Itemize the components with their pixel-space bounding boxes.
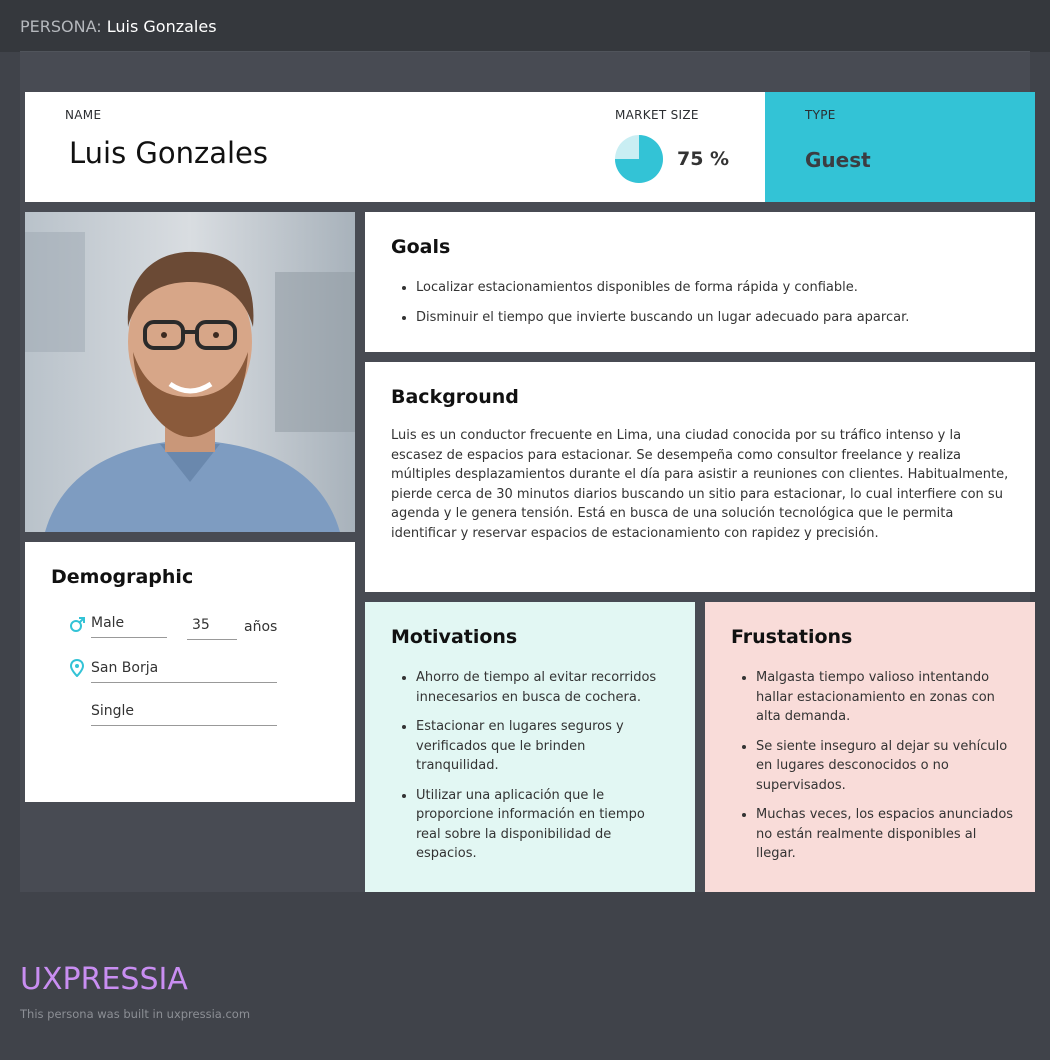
goals-title: Goals	[391, 236, 451, 258]
location-value: San Borja	[91, 660, 159, 676]
background-text[interactable]: Luis es un conductor frecuente en Lima, …	[391, 426, 1011, 543]
uxpressia-logo[interactable]: UXPRESSIA	[20, 962, 188, 997]
type-value[interactable]: Guest	[805, 148, 871, 172]
market-size-pie-chart	[615, 135, 663, 183]
status-field[interactable]: Single	[91, 700, 277, 726]
age-value: 35	[192, 617, 210, 633]
age-unit: años	[244, 619, 278, 635]
frustrations-card: Frustations Malgasta tiempo valioso inte…	[705, 602, 1035, 892]
name-label: NAME	[65, 108, 102, 122]
top-bar: PERSONA: Luis Gonzales	[0, 0, 1050, 52]
motivations-card: Motivations Ahorro de tiempo al evitar r…	[365, 602, 695, 892]
goal-item[interactable]: Localizar estacionamientos disponibles d…	[416, 278, 1006, 298]
demographic-title: Demographic	[51, 566, 194, 588]
background-title: Background	[391, 386, 519, 408]
background-card: Background Luis es un conductor frecuent…	[365, 362, 1035, 592]
motivation-item[interactable]: Estacionar en lugares seguros y verifica…	[416, 717, 666, 776]
persona-name[interactable]: Luis Gonzales	[69, 136, 268, 170]
motivation-item[interactable]: Utilizar una aplicación que le proporcio…	[416, 786, 666, 864]
frustrations-list: Malgasta tiempo valioso intentando halla…	[756, 668, 1014, 874]
status-value: Single	[91, 703, 135, 719]
demographic-card: Demographic Male 35 años San Borja Singl…	[25, 542, 355, 802]
map-pin-icon	[70, 659, 84, 677]
age-field[interactable]: 35	[187, 614, 237, 640]
market-size-label: MARKET SIZE	[615, 108, 699, 122]
gender-value: Male	[91, 615, 125, 631]
profile-header-card: NAME Luis Gonzales MARKET SIZE 75 %	[25, 92, 765, 202]
page-header: PERSONA: Luis Gonzales	[20, 17, 217, 36]
frustrations-title: Frustations	[731, 626, 853, 648]
gender-field[interactable]: Male	[91, 612, 167, 638]
built-with-text[interactable]: This persona was built in uxpressia.com	[20, 1007, 250, 1021]
goal-item[interactable]: Disminuir el tiempo que invierte buscand…	[416, 308, 1006, 328]
persona-portrait	[25, 212, 355, 532]
motivation-item[interactable]: Ahorro de tiempo al evitar recorridos in…	[416, 668, 666, 707]
persona-photo	[25, 212, 355, 532]
goals-card: Goals Localizar estacionamientos disponi…	[365, 212, 1035, 352]
header-persona-name: Luis Gonzales	[106, 17, 217, 36]
motivations-title: Motivations	[391, 626, 518, 648]
market-size-value: 75 %	[677, 148, 730, 170]
type-card: TYPE Guest	[765, 92, 1035, 202]
location-field[interactable]: San Borja	[91, 657, 277, 683]
male-icon	[70, 617, 85, 632]
motivations-list: Ahorro de tiempo al evitar recorridos in…	[416, 668, 666, 874]
goals-list: Localizar estacionamientos disponibles d…	[416, 278, 1006, 337]
header-prefix: PERSONA:	[20, 17, 102, 36]
type-label: TYPE	[805, 108, 836, 122]
frustration-item[interactable]: Malgasta tiempo valioso intentando halla…	[756, 668, 1014, 727]
frustration-item[interactable]: Muchas veces, los espacios anunciados no…	[756, 805, 1014, 864]
frustration-item[interactable]: Se siente inseguro al dejar su vehículo …	[756, 737, 1014, 796]
